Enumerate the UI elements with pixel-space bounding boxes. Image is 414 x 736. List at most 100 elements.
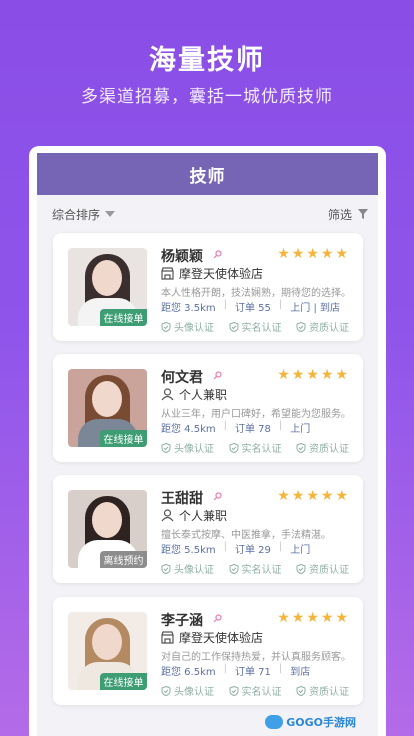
cert-label: 资质认证 <box>309 687 349 698</box>
divider: | <box>223 663 227 674</box>
person-icon <box>161 388 174 401</box>
technician-card[interactable]: 离线预约 王甜甜 ★ ★ ★ ★ ★ 个人兼职擅长泰式按摩、中医推拿，手法精湛。 距您 5.5k… <box>53 475 363 583</box>
star-icon: ★ <box>335 488 348 504</box>
chevron-down-icon <box>105 211 116 217</box>
orders-text: 订单 55 <box>235 303 271 314</box>
divider: | <box>278 299 283 310</box>
page-title: 技师 <box>189 166 226 187</box>
technician-card[interactable]: 在线接单 何文君 ★ ★ ★ ★ ★ 个人兼职从业三年，用户口碑好，希望能为您服务。 距您 4.… <box>53 354 363 462</box>
cert-label: 资质认证 <box>309 444 349 455</box>
gamepad-logo-icon <box>265 715 284 729</box>
star-icon: ★ <box>306 488 319 504</box>
cert-label: 资质认证 <box>309 323 349 334</box>
app-screen: 技师 综合排序 筛选 在线接单 杨颖颖 ★ ★ ★ ★ ★ 摩登天使体验店 本人性格开朗，技法娴… <box>37 153 378 736</box>
cert-badge: 资质认证 <box>296 683 349 698</box>
certification-row: 头像认证 实名认证 资质认证 <box>161 561 349 576</box>
technician-stats: 距您 4.5km | 订单 78 | 上门 <box>161 420 349 435</box>
technician-stats: 距您 6.5km | 订单 71 | 到店 <box>161 663 349 678</box>
rating-stars: ★ ★ ★ ★ ★ <box>277 247 348 261</box>
technician-name: 杨颖颖 <box>161 249 203 265</box>
shield-check-icon <box>161 685 171 696</box>
cert-badge: 实名认证 <box>229 683 282 698</box>
shield-check-icon <box>229 685 238 696</box>
certification-row: 头像认证 实名认证 资质认证 <box>161 319 349 334</box>
technician-description: 从业三年，用户口碑好，希望能为您服务。 <box>161 409 351 420</box>
cert-badge: 头像认证 <box>161 440 214 455</box>
shield-check-icon <box>161 321 171 332</box>
star-icon: ★ <box>306 246 319 262</box>
sort-dropdown[interactable]: 综合排序 <box>52 206 116 223</box>
certification-row: 头像认证 实名认证 资质认证 <box>161 440 349 455</box>
star-icon: ★ <box>335 367 348 383</box>
status-label: 离线预约 <box>103 556 144 567</box>
person-icon <box>161 509 174 522</box>
avatar-face <box>92 624 122 660</box>
orders-text: 订单 29 <box>235 545 271 556</box>
shield-check-icon <box>229 563 238 574</box>
technician-card[interactable]: 在线接单 杨颖颖 ★ ★ ★ ★ ★ 摩登天使体验店 本人性格开朗，技法娴熟，期待您的选择。 距您… <box>53 233 363 341</box>
distance-text: 距您 6.5km <box>161 667 216 678</box>
cert-label: 实名认证 <box>241 565 282 576</box>
star-icon: ★ <box>335 246 348 262</box>
avatar-face <box>92 381 122 417</box>
star-icon: ★ <box>291 367 305 383</box>
shield-check-icon <box>296 442 306 453</box>
certification-row: 头像认证 实名认证 资质认证 <box>161 683 349 698</box>
service-mode-text: 上门 | 到店 <box>290 303 341 314</box>
technician-type: 摩登天使体验店 <box>161 265 263 282</box>
technician-card[interactable]: 在线接单 李子涵 ★ ★ ★ ★ ★ 摩登天使体验店 对自己的工作保持热爱，并认真服务顾客。 距您… <box>53 597 363 705</box>
technician-description: 本人性格开朗，技法娴熟，期待您的选择。 <box>161 288 351 299</box>
avatar: 在线接单 <box>68 612 147 690</box>
divider: | <box>223 541 227 552</box>
shield-check-icon <box>296 685 306 696</box>
cert-label: 实名认证 <box>241 323 282 334</box>
cert-badge: 实名认证 <box>229 319 282 334</box>
sort-label: 综合排序 <box>52 207 101 222</box>
avatar: 在线接单 <box>68 369 147 447</box>
star-icon: ★ <box>306 367 319 383</box>
hero-title: 海量技师 <box>149 45 265 76</box>
rating-stars: ★ ★ ★ ★ ★ <box>277 368 348 382</box>
status-label: 在线接单 <box>103 678 144 689</box>
technician-type: 个人兼职 <box>161 386 227 403</box>
technician-type: 个人兼职 <box>161 507 227 524</box>
store-icon <box>161 267 174 280</box>
shield-check-icon <box>229 442 238 453</box>
star-icon: ★ <box>291 488 305 504</box>
cert-badge: 头像认证 <box>161 683 214 698</box>
divider: | <box>223 420 227 431</box>
avatar: 在线接单 <box>68 248 147 326</box>
filter-button[interactable]: 筛选 <box>328 206 368 223</box>
distance-text: 距您 5.5km <box>161 545 216 556</box>
female-gender-icon <box>213 614 222 623</box>
cert-badge: 头像认证 <box>161 319 214 334</box>
cert-badge: 资质认证 <box>296 440 349 455</box>
phone-frame: 技师 综合排序 筛选 在线接单 杨颖颖 ★ ★ ★ ★ ★ 摩登天使体验店 本人性格开朗，技法娴… <box>29 146 386 736</box>
star-icon: ★ <box>335 610 348 626</box>
shield-check-icon <box>296 321 306 332</box>
filter-label: 筛选 <box>327 207 352 222</box>
technician-name: 何文君 <box>161 370 203 386</box>
type-label: 个人兼职 <box>179 388 228 402</box>
status-badge: 在线接单 <box>100 309 147 326</box>
shield-check-icon <box>229 321 238 332</box>
cert-badge: 实名认证 <box>229 440 282 455</box>
divider: | <box>278 541 283 552</box>
service-mode-text: 上门 <box>290 545 311 556</box>
type-label: 摩登天使体验店 <box>179 267 264 281</box>
rating-stars: ★ ★ ★ ★ ★ <box>277 489 348 503</box>
female-gender-icon <box>213 492 222 501</box>
female-gender-icon <box>213 250 222 259</box>
star-icon: ★ <box>277 488 290 504</box>
cert-label: 实名认证 <box>241 444 282 455</box>
avatar-face <box>92 260 122 296</box>
status-badge: 在线接单 <box>100 430 147 447</box>
cert-label: 头像认证 <box>174 444 214 455</box>
star-icon: ★ <box>277 246 290 262</box>
technician-name: 王甜甜 <box>161 491 203 507</box>
star-icon: ★ <box>277 367 290 383</box>
technician-description: 擅长泰式按摩、中医推拿，手法精湛。 <box>161 530 331 541</box>
page-header: 技师 <box>37 153 378 195</box>
cert-label: 资质认证 <box>309 565 349 576</box>
service-mode-text: 到店 <box>290 667 311 678</box>
